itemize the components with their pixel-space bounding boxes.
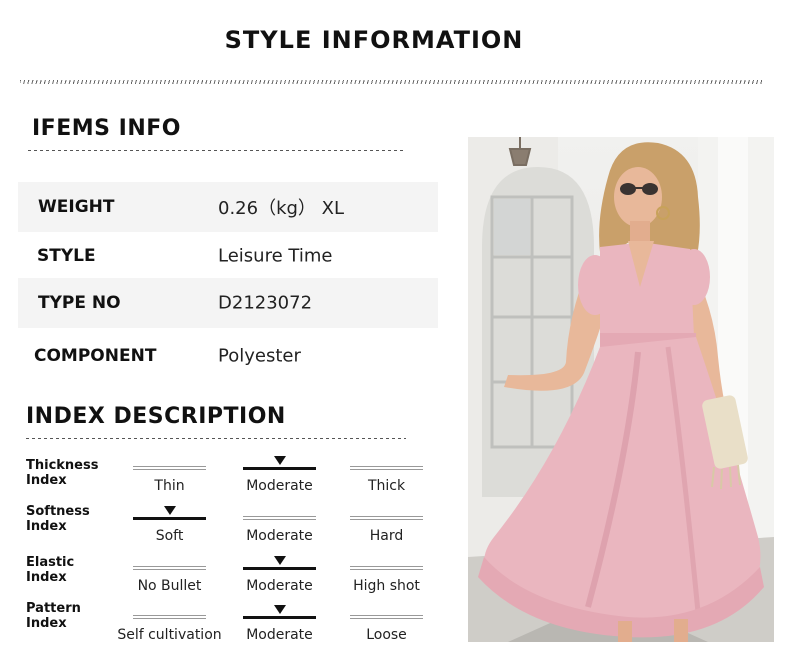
scale-option-label: Loose <box>366 627 407 643</box>
scale-bar <box>350 615 423 619</box>
thickness-option-moderate: Moderate <box>243 456 316 494</box>
scale-bar <box>133 566 206 570</box>
info-label: WEIGHT <box>38 197 115 217</box>
neck <box>630 221 650 243</box>
window-glass <box>494 199 530 255</box>
product-photo <box>468 137 774 642</box>
index-label-line: Pattern <box>26 601 81 616</box>
scale-option-label: Moderate <box>246 478 313 494</box>
info-value: 0.26（kg） XL <box>218 198 345 219</box>
elastic-index-label: Elastic Index <box>26 555 74 585</box>
scale-option-label: High shot <box>353 578 420 594</box>
info-value: Polyester <box>218 345 301 367</box>
leg <box>674 619 688 642</box>
scale-bar <box>133 517 206 520</box>
scale-bar <box>243 516 316 520</box>
index-label-line: Thickness <box>26 458 99 473</box>
thickness-option-thin: Thin <box>133 460 206 494</box>
scale-bar <box>133 615 206 619</box>
info-row-style: STYLE Leisure Time <box>18 231 438 281</box>
info-label: TYPE NO <box>38 293 121 313</box>
info-row-weight: WEIGHT 0.26（kg） XL <box>18 182 438 232</box>
scale-option-label: Hard <box>369 528 404 544</box>
pattern-index-label: Pattern Index <box>26 601 81 631</box>
face <box>614 167 662 227</box>
index-label-line: Index <box>26 570 67 585</box>
items-info-divider <box>28 150 406 151</box>
scale-option-label: Thick <box>367 478 406 494</box>
index-description-divider <box>26 438 406 439</box>
scale-bar <box>350 466 423 470</box>
pattern-option-moderate: Moderate <box>243 605 316 643</box>
softness-option-moderate: Moderate <box>243 510 316 544</box>
info-row-type-no: TYPE NO D2123072 <box>18 278 438 328</box>
index-label-line: Index <box>26 519 67 534</box>
top-divider <box>20 80 762 84</box>
scale-bar <box>243 567 316 570</box>
elastic-option-moderate: Moderate <box>243 556 316 594</box>
scale-bar <box>350 566 423 570</box>
elastic-option-high-shot: High shot <box>350 560 423 594</box>
scale-option-label: No Bullet <box>137 578 202 594</box>
info-label: COMPONENT <box>34 346 157 366</box>
scale-option-label: Moderate <box>246 578 313 594</box>
index-label-line: Index <box>26 616 67 631</box>
scale-option-label: Thin <box>154 478 185 494</box>
scale-option-label: Moderate <box>246 528 313 544</box>
scale-option-label: Soft <box>155 528 184 544</box>
scale-option-label: Moderate <box>246 627 313 643</box>
scale-bar <box>243 616 316 619</box>
style-information-title: STYLE INFORMATION <box>224 26 524 54</box>
thickness-index-label: Thickness Index <box>26 458 98 488</box>
selected-marker-icon <box>273 456 286 465</box>
selected-marker-icon <box>273 556 286 565</box>
scale-bar <box>350 516 423 520</box>
softness-index-label: Softness Index <box>26 504 90 534</box>
scale-option-label: Self cultivation <box>117 627 222 643</box>
index-label-line: Softness <box>26 504 90 519</box>
index-description-heading: INDEX DESCRIPTION <box>26 404 286 429</box>
selected-marker-icon <box>163 506 176 515</box>
softness-option-hard: Hard <box>350 510 423 544</box>
model-illustration <box>468 137 774 642</box>
info-value: D2123072 <box>218 292 313 314</box>
softness-option-soft: Soft <box>133 506 206 544</box>
pattern-option-loose: Loose <box>350 609 423 643</box>
scale-bar <box>133 466 206 470</box>
info-label: STYLE <box>37 246 96 266</box>
index-label-line: Elastic <box>26 555 75 570</box>
scale-bar <box>243 467 316 470</box>
items-info-heading: IFEMS INFO <box>32 116 181 141</box>
index-label-line: Index <box>26 473 67 488</box>
info-value: Leisure Time <box>218 245 333 267</box>
leg <box>618 621 632 642</box>
thickness-option-thick: Thick <box>350 460 423 494</box>
elastic-option-no-bullet: No Bullet <box>133 560 206 594</box>
info-row-component: COMPONENT Polyester <box>18 331 438 381</box>
pattern-option-self-cultivation: Self cultivation <box>117 609 222 643</box>
selected-marker-icon <box>273 605 286 614</box>
